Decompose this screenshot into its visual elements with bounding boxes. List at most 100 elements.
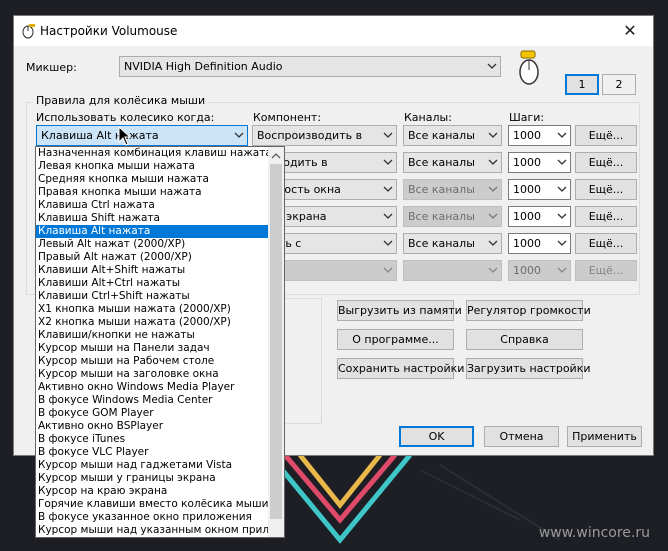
- dropdown-option[interactable]: Курсор мыши у границы экрана: [36, 472, 269, 485]
- dropdown-option[interactable]: Левая кнопка мыши нажата: [36, 160, 269, 173]
- channels-select[interactable]: Все каналы: [403, 152, 502, 173]
- dropdown-option[interactable]: Активно окно Windows Media Player: [36, 381, 269, 394]
- steps-value: 1000: [513, 237, 541, 250]
- dropdown-scrollbar[interactable]: [268, 147, 284, 537]
- channels-value: Все каналы: [408, 237, 475, 250]
- chevron-down-icon: [557, 267, 567, 273]
- more-button[interactable]: Ещё...: [575, 260, 637, 281]
- dropdown-option[interactable]: Назначенная комбинация клавиш нажата: [36, 147, 272, 160]
- dropdown-option[interactable]: Правый Alt нажат (2000/XP): [36, 251, 269, 264]
- save-settings-button[interactable]: Сохранить настройки: [337, 358, 464, 379]
- steps-value: 1000: [513, 156, 541, 169]
- dropdown-option[interactable]: В фокусе GOM Player: [36, 407, 269, 420]
- steps-value: 1000: [513, 210, 541, 223]
- chevron-up-icon[interactable]: [271, 152, 281, 160]
- scrollbar-thumb[interactable]: [270, 164, 282, 519]
- condition-select[interactable]: Клавиша Alt нажата: [36, 125, 248, 146]
- col-use-when: Использовать колесико когда:: [36, 111, 215, 124]
- volume-control-button[interactable]: Регулятор громкости: [466, 300, 591, 321]
- channels-value: Все каналы: [408, 210, 475, 223]
- steps-select[interactable]: 1000: [508, 206, 571, 227]
- steps-select[interactable]: 1000: [508, 233, 571, 254]
- chevron-down-icon: [383, 213, 393, 219]
- col-component: Компонент:: [253, 111, 322, 124]
- settings-app-icon: [22, 24, 35, 39]
- condition-value: Клавиша Alt нажата: [41, 129, 159, 142]
- unload-button[interactable]: Выгрузить из памяти: [337, 300, 462, 321]
- tab-1[interactable]: 1: [565, 74, 599, 95]
- apply-button[interactable]: Применить: [567, 426, 642, 447]
- dropdown-option[interactable]: Курсор мыши над гаджетами Vista: [36, 459, 269, 472]
- dropdown-option[interactable]: Средняя кнопка мыши нажата: [36, 173, 269, 186]
- load-settings-button[interactable]: Загрузить настройки: [466, 358, 591, 379]
- more-button[interactable]: Ещё...: [575, 152, 637, 173]
- more-button[interactable]: Ещё...: [575, 233, 637, 254]
- watermark: www.wincore.ru: [538, 525, 650, 541]
- dropdown-option[interactable]: Левый Alt нажат (2000/XP): [36, 238, 269, 251]
- tab-2[interactable]: 2: [602, 74, 636, 95]
- dropdown-option[interactable]: Активно окно BSPlayer: [36, 420, 269, 433]
- ok-button[interactable]: OK: [399, 426, 474, 447]
- dropdown-option[interactable]: Клавиши Alt+Ctrl нажаты: [36, 277, 269, 290]
- group-title: Правила для колёсика мыши: [33, 94, 209, 107]
- channels-value: Все каналы: [408, 129, 475, 142]
- chevron-down-icon: [383, 267, 393, 273]
- steps-select[interactable]: 1000: [508, 152, 571, 173]
- steps-value: 1000: [513, 183, 541, 196]
- component-select[interactable]: Воспроизводить в: [252, 125, 397, 146]
- chevron-down-icon: [383, 240, 393, 246]
- more-button[interactable]: Ещё...: [575, 125, 637, 146]
- lower-groupbox: [284, 298, 322, 424]
- cancel-button[interactable]: Отмена: [484, 426, 559, 447]
- chevron-down-icon: [488, 213, 498, 219]
- col-steps: Шаги:: [509, 111, 545, 124]
- chevron-down-icon: [488, 132, 498, 138]
- mixer-label: Микшер:: [26, 61, 77, 74]
- title-bar: Настройки Volumouse ✕: [14, 16, 653, 46]
- more-button[interactable]: Ещё...: [575, 179, 637, 200]
- dropdown-option[interactable]: Курсор мыши над указанным окном приложен…: [36, 524, 284, 537]
- chevron-down-icon: [383, 186, 393, 192]
- dropdown-option[interactable]: Клавиша Shift нажата: [36, 212, 269, 225]
- dropdown-option[interactable]: Курсор мыши на заголовке окна: [36, 368, 269, 381]
- channels-select[interactable]: Все каналы: [403, 125, 502, 146]
- chevron-down-icon: [383, 132, 393, 138]
- window-title: Настройки Volumouse: [40, 24, 178, 38]
- mixer-select[interactable]: NVIDIA High Definition Audio: [119, 56, 501, 77]
- condition-dropdown-list[interactable]: Назначенная комбинация клавиш нажата Лева…: [35, 146, 285, 538]
- channels-select[interactable]: [403, 260, 502, 281]
- channels-select[interactable]: Все каналы: [403, 233, 502, 254]
- steps-select[interactable]: 1000: [508, 179, 571, 200]
- steps-select[interactable]: 1000: [508, 125, 571, 146]
- chevron-down-icon: [488, 186, 498, 192]
- dropdown-option[interactable]: Клавиши Alt+Shift нажаты: [36, 264, 269, 277]
- dropdown-option[interactable]: Курсор мыши на Рабочем столе: [36, 355, 269, 368]
- dropdown-option[interactable]: Клавиши/кнопки не нажаты: [36, 329, 269, 342]
- dropdown-option[interactable]: Курсор мыши на Панели задач: [36, 342, 269, 355]
- dropdown-option[interactable]: X2 кнопка мыши нажата (2000/XP): [36, 316, 269, 329]
- chevron-down-icon: [488, 240, 498, 246]
- channels-value: Все каналы: [408, 156, 475, 169]
- more-button[interactable]: Ещё...: [575, 206, 637, 227]
- about-button[interactable]: О программе...: [337, 329, 454, 350]
- chevron-down-icon: [557, 159, 567, 165]
- dropdown-option[interactable]: Клавиши Ctrl+Shift нажаты: [36, 290, 269, 303]
- mixer-value: NVIDIA High Definition Audio: [124, 60, 283, 73]
- channels-select[interactable]: Все каналы: [403, 179, 502, 200]
- dropdown-option[interactable]: Горячие клавиши вместо колёсика мыши: [36, 498, 269, 511]
- dropdown-option[interactable]: В фокусе Windows Media Center: [36, 394, 269, 407]
- col-channels: Каналы:: [404, 111, 452, 124]
- dropdown-option[interactable]: Клавиша Ctrl нажата: [36, 199, 269, 212]
- dropdown-option[interactable]: Правая кнопка мыши нажата: [36, 186, 269, 199]
- channels-value: Все каналы: [408, 183, 475, 196]
- close-icon[interactable]: ✕: [607, 16, 653, 46]
- dropdown-option[interactable]: В фокусе VLC Player: [36, 446, 269, 459]
- dropdown-option[interactable]: Клавиша Alt нажата: [36, 225, 269, 238]
- help-button[interactable]: Справка: [466, 329, 583, 350]
- dropdown-option[interactable]: В фокусе указанное окно приложения: [36, 511, 269, 524]
- dropdown-option[interactable]: X1 кнопка мыши нажата (2000/XP): [36, 303, 269, 316]
- steps-select[interactable]: 1000: [508, 260, 571, 281]
- channels-select[interactable]: Все каналы: [403, 206, 502, 227]
- dropdown-option[interactable]: В фокусе iTunes: [36, 433, 269, 446]
- dropdown-option[interactable]: Курсор на краю экрана: [36, 485, 269, 498]
